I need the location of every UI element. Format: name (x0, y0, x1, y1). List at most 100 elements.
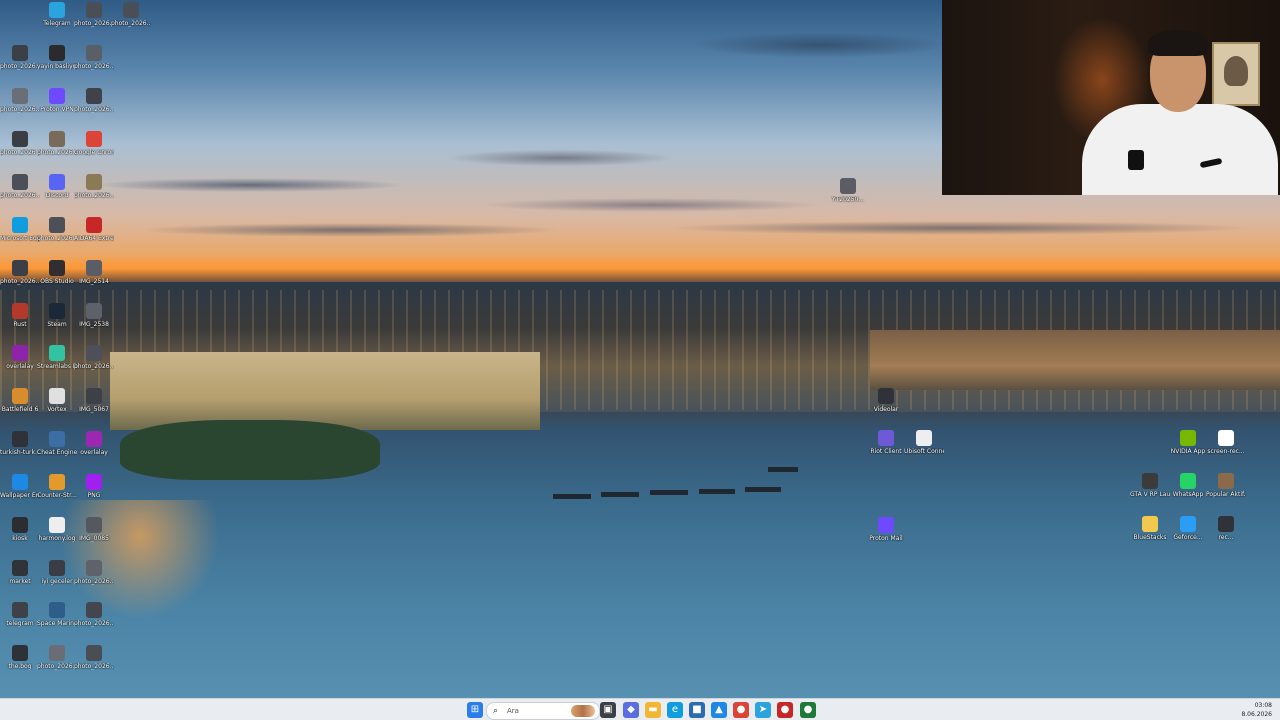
desktop-icon[interactable]: photo_2026... (0, 260, 40, 285)
desktop-icon[interactable]: BlueStacks (1130, 516, 1170, 541)
desktop-icon-label: IMG_2514 (79, 278, 109, 285)
desktop-icon[interactable]: photo_2026... (74, 560, 114, 585)
desktop-icon[interactable]: Discord (37, 174, 77, 199)
desktop-icon[interactable]: photo_2026... (74, 2, 114, 27)
system-clock[interactable]: 03:08 8.06.2026 (1241, 701, 1272, 719)
desktop-icon[interactable]: IMG_5067 (74, 388, 114, 413)
desktop-icon[interactable]: WhatsApp (1168, 473, 1208, 498)
edge-icon (12, 217, 28, 233)
desktop-icon-label: photo_2026... (111, 20, 151, 27)
desktop-icon-label: yayin basliyor (37, 63, 77, 70)
desktop-icon[interactable]: photo_2026... (37, 645, 77, 670)
desktop-icon[interactable]: Ubisoft Connect (904, 430, 944, 455)
desktop-icon[interactable]: overlalay (0, 345, 40, 370)
edge-icon[interactable]: e (667, 702, 683, 718)
photo-icon (86, 345, 102, 361)
store-icon[interactable]: ■ (689, 702, 705, 718)
telegram-icon[interactable]: ➤ (755, 702, 771, 718)
desktop-icon[interactable]: Riot Client (866, 430, 906, 455)
desktop-icon-label: photo_2026... (74, 63, 114, 70)
desktop-icon[interactable]: photo_2026... (0, 45, 40, 70)
start-button[interactable]: ⊞ (467, 702, 483, 718)
app-icon[interactable]: ● (777, 702, 793, 718)
obs-icon[interactable]: ● (800, 702, 816, 718)
desktop-icon[interactable]: Space Marine 2 (TL) (37, 602, 77, 627)
desktop-icon[interactable]: Counter-Str... (37, 474, 77, 499)
desktop-icon[interactable]: Microsoft Edge (0, 217, 40, 242)
photo-icon (12, 174, 28, 190)
bluestacks-icon (1142, 516, 1158, 532)
desktop-icon[interactable]: Wallpaper Engine (0, 474, 40, 499)
wall-picture (1212, 42, 1260, 106)
desktop-icon[interactable]: PNG (74, 474, 114, 499)
desktop-icon[interactable]: Google Chrome (74, 131, 114, 156)
chrome-icon[interactable]: ● (733, 702, 749, 718)
desktop-icon[interactable]: Streamlabs Desktop (37, 345, 77, 370)
photo-icon (86, 174, 102, 190)
desktop-icon-label: Cheat Engine (37, 449, 77, 456)
desktop-icon[interactable]: Steam (37, 303, 77, 328)
desktop-icon[interactable]: photo_2026... (74, 45, 114, 70)
desktop-icon[interactable]: photo_2026... (37, 131, 77, 156)
desktop-icon[interactable]: the.bog (0, 645, 40, 670)
desktop-icon[interactable]: OBS Studio (37, 260, 77, 285)
desktop-icon[interactable]: Rust (0, 303, 40, 328)
desktop-icon[interactable]: turkish-turk... (0, 431, 40, 456)
desktop-icon-label: Microsoft Edge (0, 235, 40, 242)
desktop-icon-label: photo_2026... (0, 192, 40, 199)
widgets-icon[interactable]: ◆ (623, 702, 639, 718)
folder-icon[interactable]: ▬ (645, 702, 661, 718)
desktop-icon[interactable]: photo_2026... (74, 645, 114, 670)
desktop-icon[interactable]: photo_2026... (0, 174, 40, 199)
desktop-icon[interactable]: telegram (0, 602, 40, 627)
desktop-icon-label: photo_2026... (74, 578, 114, 585)
desktop-icon[interactable]: IMG_2514 (74, 260, 114, 285)
photo-icon (1218, 473, 1234, 489)
desktop-icon[interactable]: harmony.log (37, 517, 77, 542)
desktop-icon[interactable]: screen-rec... (1206, 430, 1246, 455)
desktop-icon[interactable]: Cheat Engine (37, 431, 77, 456)
desktop-icon[interactable]: Videolar (866, 388, 906, 413)
wallpaper-pier (601, 492, 639, 497)
desktop-icon[interactable]: GTA V RP Launcher (1130, 473, 1170, 498)
desktop-icon[interactable]: AIDA64 Extreme (74, 217, 114, 242)
desktop-icon[interactable]: YT20250... (828, 178, 868, 203)
desktop-icon[interactable]: Telegram (37, 2, 77, 27)
taskbar-search[interactable]: ⌕ Ara (486, 702, 600, 720)
desktop-icon[interactable]: Vortex (37, 388, 77, 413)
desktop-icon[interactable]: Battlefield 6 (0, 388, 40, 413)
desktop-icon[interactable]: Proton VPN (37, 88, 77, 113)
desktop-icon-label: photo_2026... (74, 20, 114, 27)
photo-icon (86, 2, 102, 18)
desktop-icon[interactable]: photo_2026... (74, 345, 114, 370)
desktop-icon[interactable]: photo_2026... (74, 602, 114, 627)
desktop-icon-label: AIDA64 Extreme (74, 235, 114, 242)
wallpaper-pier (745, 487, 781, 492)
desktop-icon[interactable]: yayin basliyor (37, 45, 77, 70)
desktop-icon[interactable]: photo_2026... (0, 131, 40, 156)
desktop-icon[interactable]: photo_2026... (111, 2, 151, 27)
desktop-icon[interactable]: rec... (1206, 516, 1246, 541)
desktop-icon[interactable]: IMG_2538 (74, 303, 114, 328)
wallpaper-pier (768, 467, 798, 472)
desktop-icon[interactable]: photo_2026... (74, 88, 114, 113)
photo-icon (12, 560, 28, 576)
search-highlight-image (571, 705, 595, 717)
desktop-icon[interactable]: photo_2026... (37, 217, 77, 242)
desktop-icon[interactable]: Proton Mail (866, 517, 906, 542)
desktop-icon[interactable]: overlalay (74, 431, 114, 456)
desktop-icon[interactable]: photo_2026... (0, 88, 40, 113)
desktop-icon[interactable]: kiosk (0, 517, 40, 542)
desktop-icon-label: photo_2026... (74, 363, 114, 370)
desktop-icon-label: overlalay (80, 449, 108, 456)
space-marine-icon (49, 602, 65, 618)
desktop-icon[interactable]: Popular Aktif... (1206, 473, 1246, 498)
task-view-icon[interactable]: ▣ (600, 702, 616, 718)
desktop-icon[interactable]: Geforce... (1168, 516, 1208, 541)
desktop-icon[interactable]: market (0, 560, 40, 585)
desktop-icon[interactable]: NVIDIA App (1168, 430, 1208, 455)
desktop-icon[interactable]: photo_2026... (74, 174, 114, 199)
photos-icon[interactable]: ▲ (711, 702, 727, 718)
desktop-icon[interactable]: IMG_0085 (74, 517, 114, 542)
desktop-icon[interactable]: iyi geceler (37, 560, 77, 585)
